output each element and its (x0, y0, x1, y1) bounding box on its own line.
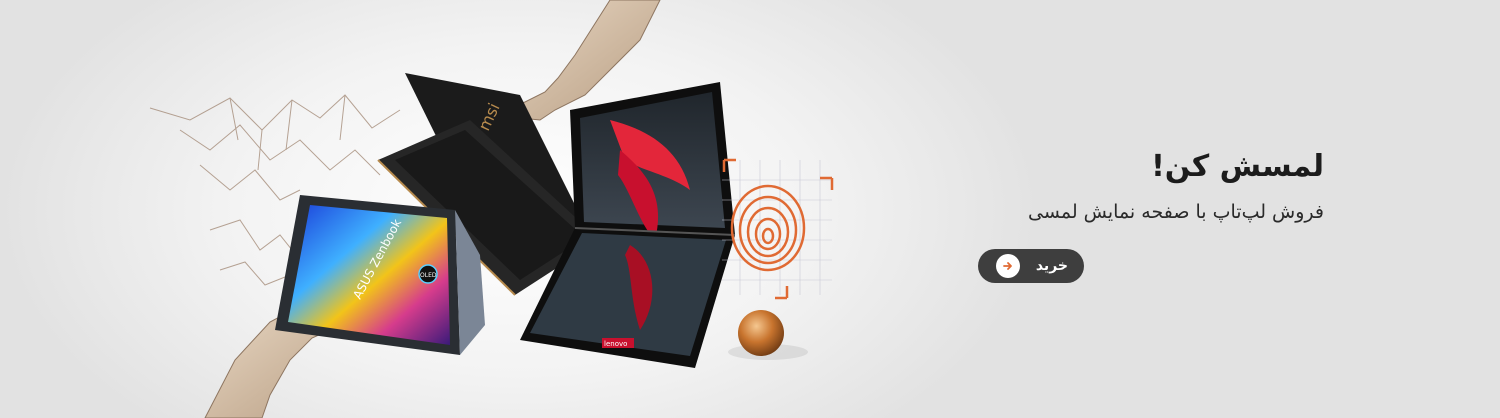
buy-button-label: خرید (1035, 258, 1068, 274)
buy-button[interactable]: خرید (978, 249, 1084, 283)
promo-subtitle: فروش لپ‌تاپ با صفحه نمایش لمسی (1028, 201, 1324, 223)
arrow-right-icon (996, 254, 1020, 278)
promo-title: لمسش کن! (1151, 149, 1324, 184)
svg-text:OLED: OLED (420, 272, 437, 279)
svg-text:lenovo: lenovo (604, 340, 627, 348)
fingerprint-icon (722, 158, 834, 300)
copper-sphere (738, 310, 784, 356)
promo-text: لمسش کن! فروش لپ‌تاپ با صفحه نمایش لمسی (904, 150, 1324, 224)
hero-banner[interactable]: msi ASUS Zenbook OLED lenovo لمسش کن! فر… (0, 0, 1500, 418)
asus-zenbook-laptop: ASUS Zenbook OLED (275, 195, 485, 355)
